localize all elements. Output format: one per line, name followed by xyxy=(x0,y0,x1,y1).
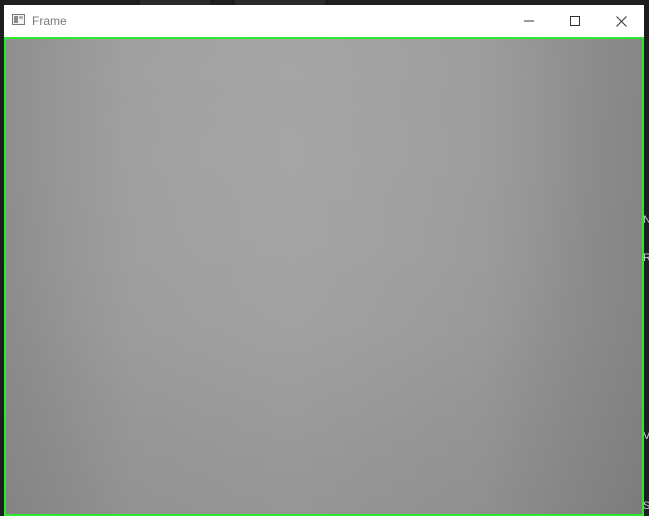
minimize-icon xyxy=(524,20,534,22)
minimize-button[interactable] xyxy=(506,5,552,37)
frame-display[interactable] xyxy=(4,37,644,516)
opencv-window-icon[interactable] xyxy=(12,14,25,25)
window-titlebar[interactable]: Frame xyxy=(4,5,644,37)
close-icon xyxy=(615,15,627,27)
window-title: Frame xyxy=(32,14,67,28)
frame-window: Frame xyxy=(4,5,644,516)
detection-box xyxy=(4,37,644,516)
maximize-icon xyxy=(570,16,580,26)
close-button[interactable] xyxy=(598,5,644,37)
maximize-button[interactable] xyxy=(552,5,598,37)
